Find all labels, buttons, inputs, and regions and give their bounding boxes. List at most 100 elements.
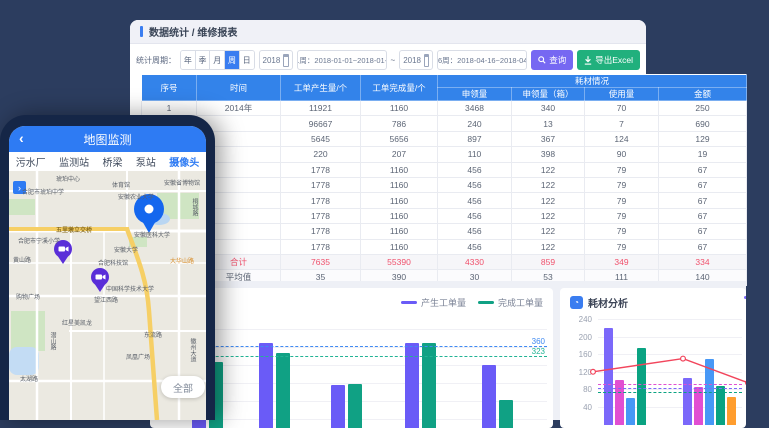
map-label: 凤凰广场 (126, 352, 150, 361)
start-year-value: 2018 (263, 56, 281, 65)
table-row[interactable]: 8177811604561227967 (142, 208, 747, 223)
bar-completed (348, 384, 362, 428)
table-row[interactable]: 5177811604561227967 (142, 162, 747, 177)
legend-line-icon (401, 301, 417, 304)
map-label: 安徽大学 (114, 245, 138, 254)
period-option-日[interactable]: 日 (240, 51, 254, 69)
total-value-cell: 7635 (281, 254, 361, 269)
table-cell: 456 (438, 162, 512, 177)
phone-header: ‹ 地图监测 (9, 126, 206, 152)
report-table: 序号时间工单产生量/个工单完成量/个耗材情况申领量申领量（箱）使用量金额1201… (141, 74, 747, 286)
legend-item-产生工单量: 产生工单量 (401, 296, 466, 309)
back-icon[interactable]: ‹ (19, 130, 24, 146)
table-cell: 79 (585, 224, 659, 239)
table-cell: 96667 (281, 116, 361, 131)
end-year-picker[interactable]: 2018 (399, 50, 433, 70)
legend-item-完成工单量: 完成工单量 (478, 296, 543, 309)
start-year-picker[interactable]: 2018 (259, 50, 293, 70)
map-label: 太湖路 (20, 374, 38, 383)
total-value-cell: 859 (512, 254, 585, 269)
breadcrumb-text: 数据统计 / 维修报表 (149, 24, 237, 39)
table-cell: 67 (659, 239, 747, 254)
chart-legend: 产生工单量完成工单量 (401, 296, 543, 309)
map-label: 合肥市琥珀中学 (22, 187, 64, 196)
table-row[interactable]: 12014年119211160346834070250 (142, 101, 747, 116)
period-option-周[interactable]: 周 (225, 51, 240, 69)
table-row[interactable]: 296667786240137690 (142, 116, 747, 131)
map-label: 桐城路 (190, 198, 199, 216)
table-cell: 67 (659, 162, 747, 177)
reference-line-label: 323 (532, 347, 545, 356)
table-cell: 1778 (281, 208, 361, 223)
query-button[interactable]: 查询 (531, 50, 573, 70)
download-icon (584, 56, 592, 65)
phone-tab-泵站[interactable]: 泵站 (136, 154, 156, 169)
map-label: 五里墩立交桥 (56, 225, 92, 234)
total-value-cell: 55390 (361, 254, 438, 269)
bar-completed (276, 353, 290, 428)
table-row[interactable]: 7177811604561227967 (142, 193, 747, 208)
start-week-picker[interactable]: 第1周：2018-01-01~2018-01-07 (297, 50, 387, 70)
map-label: 安徽医科大学 (134, 230, 170, 239)
table-cell: 19 (659, 147, 747, 162)
table-cell: 67 (659, 177, 747, 192)
export-button-label: 导出Excel (595, 54, 633, 66)
table-cell: 67 (659, 193, 747, 208)
period-label: 统计周期： (136, 55, 176, 66)
table-row[interactable]: 42202071103989019 (142, 147, 747, 162)
phone-tab-桥梁[interactable]: 桥梁 (102, 154, 122, 169)
table-cell: 13 (512, 116, 585, 131)
table-cell: 1160 (361, 162, 438, 177)
search-icon (538, 56, 546, 64)
table-row[interactable]: 10177811604561227967 (142, 239, 747, 254)
table-cell: 1160 (361, 208, 438, 223)
calendar-icon (424, 54, 429, 67)
sub-column-header: 申领量 (438, 88, 512, 101)
all-filter-button[interactable]: 全部 (161, 376, 205, 398)
report-table-panel: 序号时间工单产生量/个工单完成量/个耗材情况申领量申领量（箱）使用量金额1201… (130, 74, 746, 281)
table-cell: 220 (281, 147, 361, 162)
table-row[interactable]: 356455656897367124129 (142, 131, 747, 146)
table-cell: 67 (659, 208, 747, 223)
range-separator: ~ (391, 56, 396, 65)
table-row[interactable]: 6177811604561227967 (142, 177, 747, 192)
table-cell: 1778 (281, 193, 361, 208)
table-cell: 398 (512, 147, 585, 162)
period-option-年[interactable]: 年 (181, 51, 196, 69)
breadcrumb-accent-bar (140, 26, 143, 37)
map-label: 潜山路 (48, 332, 57, 350)
legend-line-icon (478, 301, 494, 304)
phone-mockup: ‹ 地图监测 污水厂监测站桥梁泵站摄像头 (0, 115, 215, 420)
map-label: 购物广场 (16, 292, 40, 301)
consumables-chart-card: ◔ 耗材分析 2402001601208040 (560, 288, 746, 428)
phone-tab-摄像头[interactable]: 摄像头 (169, 154, 199, 169)
export-excel-button[interactable]: 导出Excel (577, 50, 640, 70)
map-view[interactable]: › 全部 琥珀中心合肥市琥珀中学体育馆安徽农业大学安徽省博物馆桐城路五里墩立交桥… (9, 171, 206, 420)
filter-row: 统计周期： 年季月周日 2018 第1周：2018-01-01~2018-01-… (130, 44, 646, 76)
end-year-value: 2018 (403, 56, 421, 65)
table-row[interactable]: 9177811604561227967 (142, 224, 747, 239)
map-label: 大华山路 (170, 256, 194, 265)
table-cell: 1160 (361, 239, 438, 254)
chart-legend (744, 296, 746, 299)
phone-tab-污水厂[interactable]: 污水厂 (16, 154, 46, 169)
reference-line-label: 360 (532, 337, 545, 346)
period-option-月[interactable]: 月 (210, 51, 225, 69)
map-label: 安徽省博物馆 (164, 178, 200, 187)
total-value-cell: 4330 (438, 254, 512, 269)
end-week-picker[interactable]: 第16周：2018-04-16~2018-04-22 (437, 50, 527, 70)
table-cell: 1778 (281, 224, 361, 239)
table-cell: 5645 (281, 131, 361, 146)
map-label: 琥珀中心 (56, 174, 80, 183)
table-cell: 79 (585, 162, 659, 177)
period-option-季[interactable]: 季 (196, 51, 211, 69)
sub-column-header: 申领量（箱） (512, 88, 585, 101)
phone-tab-监测站[interactable]: 监测站 (59, 154, 89, 169)
period-segmented-control: 年季月周日 (180, 50, 255, 70)
table-cell: 1160 (361, 224, 438, 239)
table-cell: 456 (438, 177, 512, 192)
table-cell: 5656 (361, 131, 438, 146)
table-cell: 122 (512, 193, 585, 208)
table-cell: 1160 (361, 193, 438, 208)
column-header: 时间 (197, 75, 281, 101)
